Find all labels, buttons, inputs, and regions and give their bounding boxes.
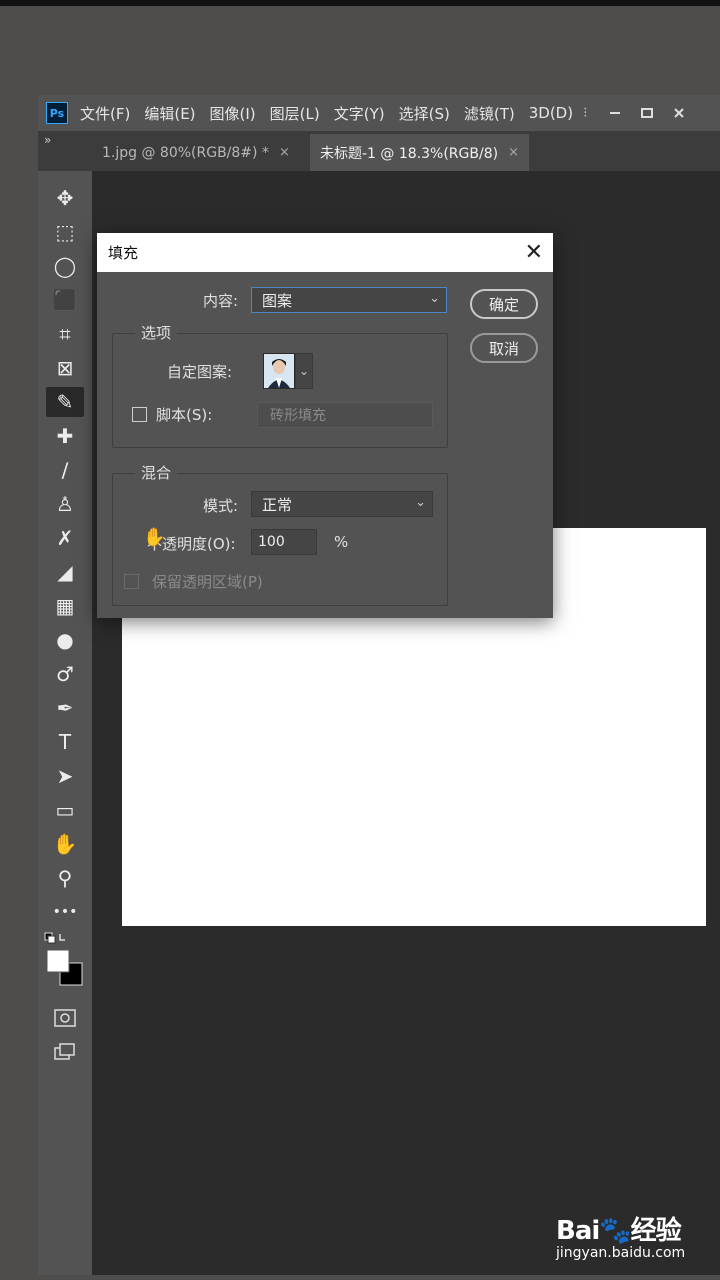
menu-type[interactable]: 文字(Y)	[334, 103, 385, 124]
tools-panel: ✥ ⬚ ◯ ⬛ ⌗ ⊠ ✎ ✚ ∕ ♙ ✗ ◢ ▦ ● ♂ ✒ T ➤ ▭ ✋ …	[38, 171, 92, 1275]
fill-dialog: 填充 ✕ 内容: 图案 ⌄ 确定 取消 选项 自定图案: ⌄ 脚本(S): 砖形…	[97, 233, 553, 618]
mode-value: 正常	[262, 495, 293, 514]
opacity-unit: %	[334, 533, 349, 551]
maximize-icon[interactable]	[634, 101, 660, 125]
stamp-tool-icon[interactable]: ♙	[46, 489, 84, 519]
menu-bar: Ps 文件(F) 编辑(E) 图像(I) 图层(L) 文字(Y) 选择(S) 滤…	[38, 95, 720, 131]
more-tools-icon[interactable]: •••	[46, 897, 84, 927]
type-tool-icon[interactable]: T	[46, 727, 84, 757]
photoshop-logo: Ps	[46, 102, 68, 124]
rectangle-tool-icon[interactable]: ▭	[46, 795, 84, 825]
menu-filter[interactable]: 滤镜(T)	[464, 103, 515, 124]
mode-select[interactable]: 正常 ⌄	[251, 491, 433, 517]
menu-select[interactable]: 选择(S)	[399, 103, 450, 124]
move-tool-icon[interactable]: ✥	[46, 183, 84, 213]
blend-group-title: 混合	[135, 462, 178, 483]
preserve-transparency-checkbox[interactable]	[124, 574, 139, 589]
script-value: 砖形填充	[270, 408, 326, 424]
tab-close-icon[interactable]: ×	[508, 145, 519, 160]
options-group-title: 选项	[135, 322, 178, 343]
object-select-tool-icon[interactable]: ⬛	[46, 285, 84, 315]
document-tabs: » 1.jpg @ 80%(RGB/8#) * × 未标题-1 @ 18.3%(…	[38, 131, 720, 171]
opacity-input[interactable]: 100	[251, 529, 317, 555]
chevron-down-icon: ⌄	[298, 364, 310, 378]
mode-label: 模式:	[203, 497, 239, 515]
minimize-icon[interactable]	[602, 101, 628, 125]
tab-label: 未标题-1 @ 18.3%(RGB/8)	[320, 145, 499, 162]
blur-tool-icon[interactable]: ●	[46, 625, 84, 655]
watermark-logo: Bai🐾经验	[556, 1216, 682, 1246]
tab-label: 1.jpg @ 80%(RGB/8#) *	[102, 144, 269, 161]
screen-mode-icon[interactable]	[46, 1037, 84, 1067]
menu-file[interactable]: 文件(F)	[80, 103, 130, 124]
tab-untitled-1[interactable]: 未标题-1 @ 18.3%(RGB/8) ×	[310, 134, 529, 171]
collapse-panels-icon[interactable]: »	[44, 133, 51, 147]
custom-pattern-label: 自定图案:	[167, 363, 233, 381]
gradient-tool-icon[interactable]: ▦	[46, 591, 84, 621]
tab-close-icon[interactable]: ×	[279, 145, 290, 160]
menu-layer[interactable]: 图层(L)	[270, 103, 320, 124]
hand-cursor-icon: ✋	[143, 527, 166, 548]
foreground-background-color-icon[interactable]	[46, 949, 86, 989]
close-window-icon[interactable]	[666, 101, 692, 125]
path-select-tool-icon[interactable]: ➤	[46, 761, 84, 791]
pen-tool-icon[interactable]: ✒	[46, 693, 84, 723]
content-select[interactable]: 图案 ⌄	[251, 287, 447, 313]
preserve-transparency-label: 保留透明区域(P)	[152, 573, 263, 591]
menu-image[interactable]: 图像(I)	[210, 103, 256, 124]
default-colors-icon[interactable]	[44, 931, 66, 945]
top-black-strip	[0, 0, 720, 6]
content-label: 内容:	[203, 292, 239, 310]
baidu-watermark: Bai🐾经验 jingyan.baidu.com	[556, 1210, 716, 1270]
menu-edit[interactable]: 编辑(E)	[144, 103, 195, 124]
history-brush-tool-icon[interactable]: ✗	[46, 523, 84, 553]
menu-more-icon[interactable]: ⁝	[583, 105, 587, 121]
eyedropper-tool-icon[interactable]: ✎	[46, 387, 84, 417]
pattern-thumbnail[interactable]	[263, 353, 295, 389]
quick-mask-icon[interactable]	[46, 1003, 84, 1033]
healing-brush-tool-icon[interactable]: ✚	[46, 421, 84, 451]
script-select[interactable]: 砖形填充	[257, 402, 433, 428]
watermark-url: jingyan.baidu.com	[556, 1245, 686, 1261]
tab-1jpg[interactable]: 1.jpg @ 80%(RGB/8#) * ×	[92, 134, 300, 171]
dialog-title-bar: 填充 ✕	[97, 233, 553, 272]
content-value: 图案	[262, 291, 293, 310]
dodge-tool-icon[interactable]: ♂	[46, 659, 84, 689]
brush-tool-icon[interactable]: ∕	[46, 455, 84, 485]
options-group	[112, 333, 448, 448]
hand-tool-icon[interactable]: ✋	[46, 829, 84, 859]
marquee-tool-icon[interactable]: ⬚	[46, 217, 84, 247]
script-label: 脚本(S):	[156, 406, 213, 424]
cancel-button[interactable]: 取消	[470, 333, 538, 363]
chevron-down-icon: ⌄	[429, 291, 440, 306]
opacity-value: 100	[258, 534, 285, 550]
crop-tool-icon[interactable]: ⌗	[46, 319, 84, 349]
frame-tool-icon[interactable]: ⊠	[46, 353, 84, 383]
dialog-title: 填充	[108, 244, 139, 262]
menu-3d[interactable]: 3D(D)	[529, 104, 573, 122]
close-icon[interactable]: ✕	[525, 240, 543, 265]
pattern-picker-dropdown[interactable]: ⌄	[295, 353, 313, 389]
ok-button[interactable]: 确定	[470, 289, 538, 319]
zoom-tool-icon[interactable]: ⚲	[46, 863, 84, 893]
eraser-tool-icon[interactable]: ◢	[46, 557, 84, 587]
script-checkbox[interactable]	[132, 407, 147, 422]
chevron-down-icon: ⌄	[415, 495, 426, 510]
lasso-tool-icon[interactable]: ◯	[46, 251, 84, 281]
